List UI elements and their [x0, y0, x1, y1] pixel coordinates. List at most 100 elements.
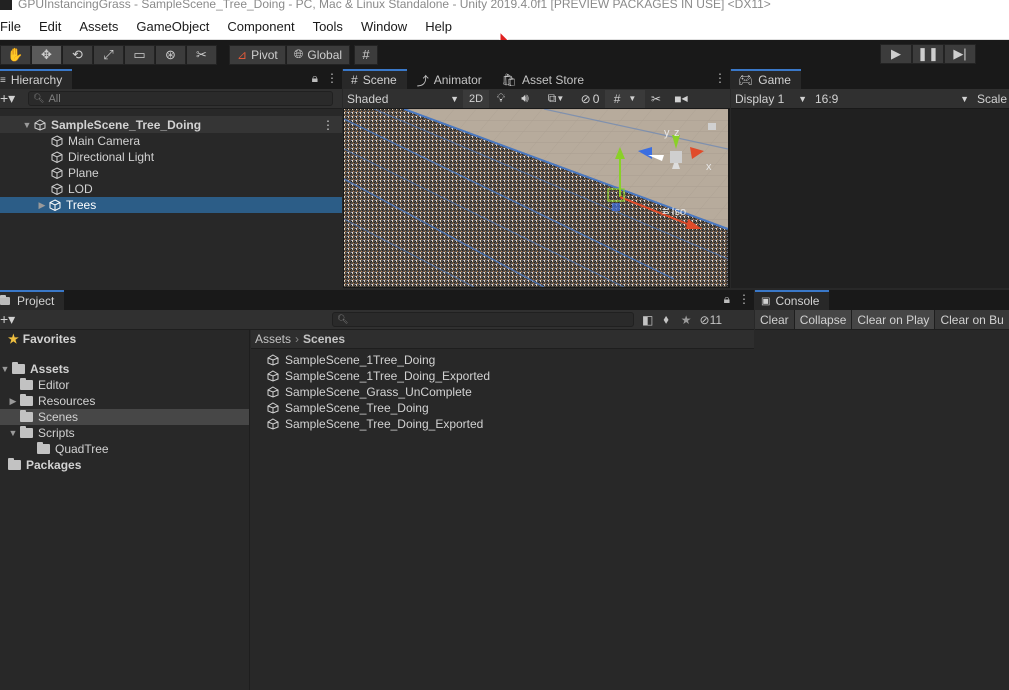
asset-item[interactable]: SampleScene_Tree_Doing_Exported: [251, 416, 754, 432]
global-toggle[interactable]: 🌐︎ Global: [285, 44, 351, 65]
step-icon[interactable]: ▶|: [944, 44, 976, 64]
console-collapse-toggle[interactable]: Collapse: [794, 310, 853, 329]
scale-tool-icon[interactable]: ⤢: [93, 44, 124, 65]
tree-item-assets[interactable]: ▼ Assets: [0, 361, 249, 377]
expand-arrow-icon[interactable]: ▼: [22, 120, 32, 130]
tree-item-label: Scenes: [38, 410, 79, 424]
transform-tool-icon[interactable]: ⊛: [155, 44, 186, 65]
hierarchy-item-lod[interactable]: LOD: [0, 181, 342, 197]
lock-icon[interactable]: 🔒︎: [312, 71, 318, 86]
tree-item-packages[interactable]: Packages: [0, 457, 249, 473]
favorites-row[interactable]: ★ Favorites: [0, 330, 249, 348]
hidden-packages-toggle[interactable]: ⊘11: [700, 313, 723, 327]
tab-asset-store[interactable]: 🛍︎ Asset Store: [491, 69, 595, 89]
favorites-label: Favorites: [22, 332, 77, 346]
scene-menu-icon[interactable]: ⋮: [322, 118, 334, 132]
console-clear-button[interactable]: Clear: [755, 310, 795, 329]
project-tab-icons: 🔒︎ ⋮: [724, 292, 750, 307]
rotate-tool-icon[interactable]: ⟲: [62, 44, 93, 65]
expand-arrow-icon[interactable]: ▶: [37, 200, 47, 211]
tab-animator[interactable]: ⤴ Animator: [406, 69, 492, 89]
search-by-label-icon[interactable]: ⬧: [663, 312, 668, 327]
breadcrumb-scenes[interactable]: Scenes: [303, 332, 345, 346]
grid-snap-icon[interactable]: #: [354, 44, 379, 65]
kebab-menu-icon[interactable]: ⋮: [714, 71, 726, 85]
display-label: Display 1: [735, 91, 785, 106]
expand-arrow-icon[interactable]: ▶: [8, 396, 18, 407]
menu-file[interactable]: File: [0, 19, 30, 34]
menu-gameobject[interactable]: GameObject: [127, 19, 218, 34]
create-dropdown-icon[interactable]: +▾: [0, 90, 28, 107]
hierarchy-item-directional-light[interactable]: Directional Light: [0, 149, 342, 165]
menu-edit[interactable]: Edit: [30, 19, 70, 34]
hierarchy-item-plane[interactable]: Plane: [0, 165, 342, 181]
expand-arrow-icon[interactable]: ▼: [8, 428, 18, 438]
console-clear-on-play-toggle[interactable]: Clear on Play: [852, 310, 936, 329]
tab-game[interactable]: 🎮︎ Game: [731, 69, 801, 89]
favorite-star-icon[interactable]: ★: [681, 313, 692, 327]
unity-logo-icon: [0, 0, 12, 10]
tools-icon[interactable]: ✂: [645, 90, 667, 108]
menu-window[interactable]: Window: [352, 19, 416, 34]
grid-dropdown-icon[interactable]: # ▼: [605, 89, 645, 108]
lock-icon[interactable]: 🔒︎: [724, 292, 730, 307]
scene-row[interactable]: ▼ SampleScene_Tree_Doing ⋮: [0, 116, 342, 133]
scene-name: SampleScene_Tree_Doing: [51, 117, 202, 132]
create-dropdown-icon[interactable]: +▾: [0, 311, 332, 328]
pause-icon[interactable]: ❚❚: [912, 44, 944, 64]
asset-item[interactable]: SampleScene_1Tree_Doing: [251, 352, 754, 368]
project-search-input[interactable]: 🔍︎: [332, 312, 634, 327]
tree-item-scripts[interactable]: ▼ Scripts: [0, 425, 249, 441]
lighting-toggle-icon[interactable]: 💡︎: [489, 90, 513, 108]
hierarchy-item-trees[interactable]: ▶ Trees: [0, 197, 342, 213]
menu-tools[interactable]: Tools: [304, 19, 352, 34]
tree-item-quadtree[interactable]: QuadTree: [0, 441, 249, 457]
tab-hierarchy[interactable]: ≡ Hierarchy: [0, 69, 73, 89]
menu-assets[interactable]: Assets: [70, 19, 127, 34]
kebab-menu-icon[interactable]: ⋮: [326, 71, 338, 86]
eye-slash-icon: ⊘: [699, 312, 710, 327]
play-icon[interactable]: ▶: [880, 44, 912, 64]
display-dropdown[interactable]: Display 1 ▼: [731, 90, 811, 108]
console-collapse-label: Collapse: [799, 312, 847, 327]
asset-item[interactable]: SampleScene_1Tree_Doing_Exported: [251, 368, 754, 384]
mode-2d-toggle[interactable]: 2D: [463, 89, 489, 108]
folder-icon: [37, 442, 50, 454]
effects-dropdown-icon[interactable]: ⧉ ▼: [537, 90, 575, 108]
breadcrumb-assets[interactable]: Assets: [255, 332, 291, 346]
tab-console[interactable]: ▣ Console: [755, 290, 830, 310]
hierarchy-search-input[interactable]: 🔍︎ All: [28, 91, 333, 106]
rect-tool-icon[interactable]: ▭: [124, 44, 155, 65]
console-clear-on-build-toggle[interactable]: Clear on Bu: [935, 310, 1009, 329]
kebab-menu-icon[interactable]: ⋮: [738, 292, 750, 307]
hierarchy-item-main-camera[interactable]: Main Camera: [0, 133, 342, 149]
menu-help[interactable]: Help: [416, 19, 461, 34]
tree-item-label: Editor: [38, 378, 70, 392]
gamepad-icon: 🎮︎: [738, 73, 754, 87]
hand-tool-icon[interactable]: ✋: [0, 44, 31, 65]
tab-project[interactable]: Project: [0, 290, 65, 310]
tree-item-scenes[interactable]: Scenes: [0, 409, 249, 425]
game-viewport[interactable]: [731, 109, 1009, 288]
expand-arrow-icon[interactable]: ▼: [0, 364, 10, 374]
unity-scene-icon: [267, 402, 279, 414]
camera-dropdown-icon[interactable]: ■ ◀: [667, 90, 695, 108]
scale-slider[interactable]: Scale: [973, 90, 1009, 108]
tree-item-editor[interactable]: Editor: [0, 377, 249, 393]
move-tool-icon[interactable]: ✥: [31, 44, 62, 65]
aspect-dropdown[interactable]: 16:9 ▼: [811, 90, 973, 108]
audio-toggle-icon[interactable]: 🔊︎: [513, 90, 537, 108]
hierarchy-tabbar: ≡ Hierarchy 🔒︎ ⋮: [0, 69, 342, 89]
asset-item[interactable]: SampleScene_Grass_UnComplete: [251, 384, 754, 400]
scene-viewport[interactable]: y z x ≡ Iso: [344, 109, 728, 287]
tree-item-resources[interactable]: ▶ Resources: [0, 393, 249, 409]
menu-component[interactable]: Component: [218, 19, 303, 34]
shading-mode-dropdown[interactable]: Shaded ▼: [343, 90, 463, 108]
pivot-toggle[interactable]: ⊿ Pivot: [229, 44, 286, 65]
custom-tool-icon[interactable]: ✂: [186, 44, 217, 65]
hidden-objects-toggle[interactable]: ⊘ 0: [575, 90, 605, 108]
console-log-area[interactable]: [755, 330, 1009, 690]
search-by-type-icon[interactable]: ◧: [642, 313, 653, 327]
tab-scene[interactable]: # Scene: [343, 69, 407, 89]
asset-item[interactable]: SampleScene_Tree_Doing: [251, 400, 754, 416]
